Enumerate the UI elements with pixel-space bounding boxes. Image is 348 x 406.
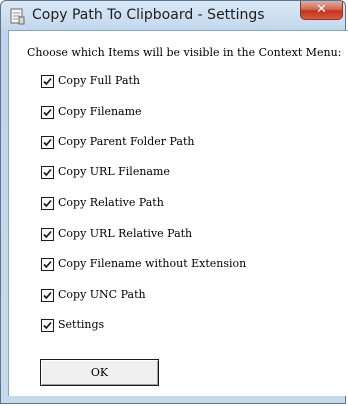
checkbox[interactable] — [41, 166, 54, 179]
ok-button[interactable]: OK — [40, 359, 159, 386]
checkmark-icon — [43, 321, 52, 330]
checkbox-label: Copy URL Filename — [58, 165, 170, 178]
app-icon — [10, 8, 25, 25]
checkmark-icon — [43, 260, 52, 269]
checkmark-icon — [43, 291, 52, 300]
checkbox-label: Copy Parent Folder Path — [58, 135, 195, 148]
checkbox[interactable] — [41, 289, 54, 302]
checkmark-icon — [43, 108, 52, 117]
checkbox[interactable] — [41, 319, 54, 332]
checkbox-label: Copy Relative Path — [58, 196, 164, 209]
checkbox[interactable] — [41, 136, 54, 149]
checkbox[interactable] — [41, 228, 54, 241]
checkbox-label: Copy Filename — [58, 105, 142, 118]
checkmark-icon — [43, 199, 52, 208]
checkbox-label: Settings — [58, 318, 105, 331]
checkbox[interactable] — [41, 106, 54, 119]
close-icon: ✕ — [316, 2, 327, 17]
checkmark-icon — [43, 230, 52, 239]
checkmark-icon — [43, 138, 52, 147]
checkmark-icon — [43, 168, 52, 177]
checkbox[interactable] — [41, 258, 54, 271]
title-bar[interactable]: Copy Path To Clipboard - Settings ✕ — [1, 1, 347, 31]
checkbox-label: Copy Full Path — [58, 74, 141, 87]
checkbox-label: Copy UNC Path — [58, 288, 146, 301]
checkbox-label: Copy Filename without Extension — [58, 257, 247, 270]
checkbox[interactable] — [41, 75, 54, 88]
checkbox[interactable] — [41, 197, 54, 210]
checkmark-icon — [43, 77, 52, 86]
window-title: Copy Path To Clipboard - Settings — [32, 7, 265, 23]
checkbox-label: Copy URL Relative Path — [58, 227, 193, 240]
close-button[interactable]: ✕ — [300, 1, 343, 20]
intro-text: Choose which Items will be visible in th… — [27, 46, 342, 59]
